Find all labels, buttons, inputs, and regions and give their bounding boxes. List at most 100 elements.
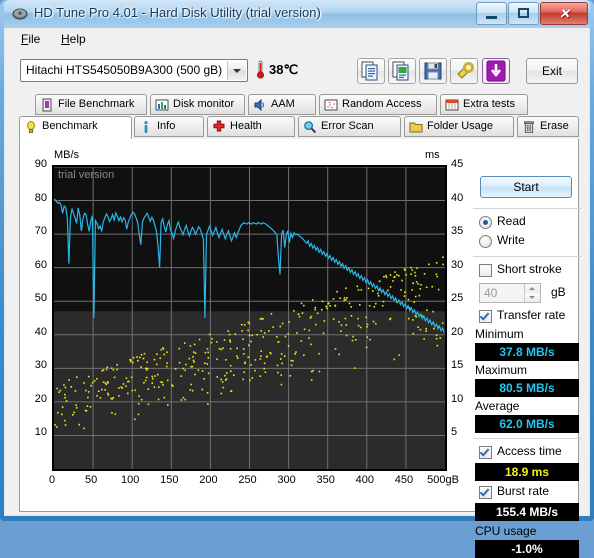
- y2-tick: 40: [451, 191, 464, 204]
- tab-label: Folder Usage: [427, 120, 494, 132]
- y2-tick: 10: [451, 392, 464, 405]
- radio-write[interactable]: [479, 235, 492, 248]
- tab-label: Erase: [540, 120, 569, 132]
- access-time-value: 18.9 ms: [475, 463, 579, 481]
- tab-error-scan[interactable]: Error Scan: [298, 116, 401, 137]
- tab-label: File Benchmark: [58, 98, 135, 110]
- y2-axis-label: ms: [425, 149, 440, 161]
- y2-tick: 20: [451, 325, 464, 338]
- bulb-icon: [27, 121, 35, 133]
- tab-disk-monitor[interactable]: Disk monitor: [150, 94, 245, 115]
- maximum-label: Maximum: [475, 363, 528, 377]
- tab-folder-usage[interactable]: Folder Usage: [404, 116, 514, 137]
- caption-buttons: ✕: [476, 2, 588, 25]
- y2-tick: 30: [451, 258, 464, 271]
- short-stroke-unit: gB: [551, 285, 566, 299]
- y-axis-label: MB/s: [54, 149, 80, 161]
- disk-icon: [12, 8, 28, 20]
- title-bar: HD Tune Pro 4.01 - Hard Disk Utility (tr…: [4, 0, 590, 28]
- y2-tick: 35: [451, 225, 464, 238]
- tab-info[interactable]: Info: [134, 116, 204, 137]
- info-icon: [144, 121, 148, 133]
- settings-button[interactable]: [450, 58, 478, 84]
- y2-tick: 25: [451, 292, 464, 305]
- random-access-icon: [324, 99, 338, 111]
- tab-label: Benchmark: [42, 120, 98, 132]
- temperature-value: 38℃: [269, 62, 299, 77]
- disk-monitor-icon: [155, 99, 169, 111]
- exit-button[interactable]: Exit: [526, 58, 578, 84]
- tab-bars: File Benchmark Disk monitor AAM Random A…: [5, 94, 589, 142]
- x-tick: 450: [394, 474, 414, 486]
- tab-extra-tests[interactable]: Extra tests: [440, 94, 528, 115]
- short-stroke-input[interactable]: 40: [479, 283, 541, 303]
- maximum-value: 80.5 MB/s: [475, 379, 579, 397]
- short-stroke-value: 40: [484, 286, 498, 300]
- y2-tick: 5: [451, 426, 458, 439]
- checkbox-transfer-rate[interactable]: [479, 310, 492, 323]
- app-window: HD Tune Pro 4.01 - Hard Disk Utility (tr…: [0, 0, 594, 558]
- x-tick: 500gB: [427, 474, 459, 486]
- menu-bar: FFileile Help: [5, 28, 589, 50]
- file-benchmark-icon: [42, 98, 52, 112]
- copy-image-button[interactable]: [388, 58, 416, 84]
- checkbox-short-stroke[interactable]: [479, 264, 492, 277]
- trial-watermark: trial version: [58, 169, 115, 181]
- x-tick: 0: [48, 474, 56, 486]
- tab-aam[interactable]: AAM: [248, 94, 316, 115]
- maximize-icon: [518, 8, 529, 18]
- checkbox-burst-rate[interactable]: [479, 486, 492, 499]
- trash-icon: [524, 121, 534, 133]
- radio-read-label: Read: [497, 214, 526, 228]
- y-tick: 10: [34, 426, 47, 439]
- save-icon: [424, 62, 442, 80]
- tab-erase[interactable]: Erase: [517, 116, 579, 137]
- health-icon: [213, 120, 225, 132]
- tab-benchmark[interactable]: Benchmark: [19, 116, 132, 139]
- tab-health[interactable]: Health: [207, 116, 295, 137]
- y2-tick: 15: [451, 359, 464, 372]
- tab-random-access[interactable]: Random Access: [319, 94, 437, 115]
- short-stroke-label: Short stroke: [497, 262, 562, 276]
- drive-select-value: Hitachi HTS545050B9A300 (500 gB): [26, 63, 223, 77]
- tab-file-benchmark[interactable]: File Benchmark: [35, 94, 147, 115]
- magnifier-icon: [304, 121, 317, 134]
- divider: [473, 438, 581, 439]
- minimize-icon: [486, 16, 497, 19]
- checkbox-access-time[interactable]: [479, 446, 492, 459]
- tab-label: AAM: [271, 98, 295, 110]
- maximize-button[interactable]: [508, 2, 539, 25]
- y-tick: 20: [34, 392, 47, 405]
- radio-read[interactable]: [479, 216, 492, 229]
- drive-select[interactable]: Hitachi HTS545050B9A300 (500 gB): [20, 59, 248, 82]
- y-tick: 80: [34, 191, 47, 204]
- x-tick: 100: [121, 474, 140, 486]
- copy-button[interactable]: [357, 58, 385, 84]
- client-area: FFileile Help Hitachi HTS545050B9A300 (5…: [4, 28, 590, 558]
- burst-rate-value: 155.4 MB/s: [475, 503, 579, 521]
- access-time-label: Access time: [497, 444, 562, 458]
- save-button[interactable]: [419, 58, 447, 84]
- menu-file[interactable]: FFileile: [15, 31, 46, 47]
- minimum-value: 37.8 MB/s: [475, 343, 579, 361]
- minimize-button[interactable]: [476, 2, 507, 25]
- radio-write-label: Write: [497, 233, 525, 247]
- benchmark-chart: MB/s ms 10 20 30 40 50 60 70 80 90 5 10 15 20 25 30 35…: [21, 146, 464, 516]
- average-label: Average: [475, 399, 520, 413]
- cpu-usage-label: CPU usage: [475, 524, 537, 538]
- thermometer-icon: [256, 60, 265, 79]
- folder-icon: [409, 122, 423, 133]
- close-button[interactable]: ✕: [540, 2, 588, 25]
- start-button[interactable]: Start: [480, 176, 572, 198]
- download-button[interactable]: [482, 58, 510, 84]
- toolbar: Hitachi HTS545050B9A300 (500 gB) 38℃ Exi…: [5, 50, 589, 94]
- copy-icon: [361, 61, 378, 81]
- y-tick: 70: [34, 225, 47, 238]
- x-tick: 50: [84, 474, 98, 486]
- y-tick: 30: [34, 359, 47, 372]
- y-tick: 60: [34, 258, 47, 271]
- spinner-down[interactable]: [524, 293, 540, 302]
- menu-help[interactable]: Help: [55, 31, 92, 47]
- extra-tests-icon: [445, 99, 459, 111]
- tab-label: Extra tests: [463, 98, 515, 110]
